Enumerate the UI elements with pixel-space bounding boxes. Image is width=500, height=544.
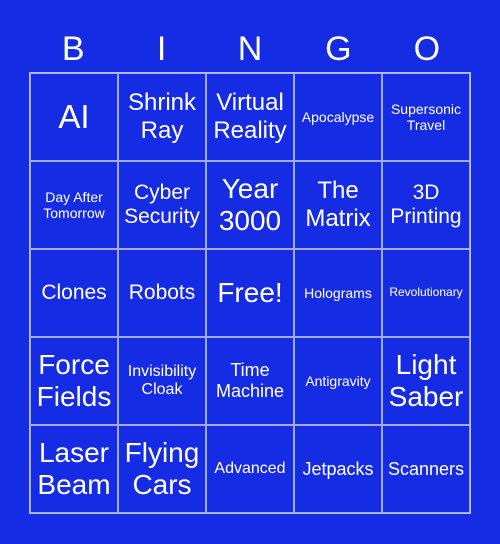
header-letter-g: G [325,30,352,68]
bingo-cell[interactable]: Year 3000 [206,161,294,249]
bingo-cell[interactable]: AI [30,73,118,161]
header-letter-n: N [237,30,263,68]
bingo-cell[interactable]: Shrink Ray [118,73,206,161]
bingo-cell[interactable]: Robots [118,249,206,337]
bingo-header: B I N G O [29,26,471,72]
bingo-cell[interactable]: Supersonic Travel [382,73,470,161]
header-letter-o: O [413,30,441,68]
bingo-cell[interactable]: Force Fields [30,337,118,425]
bingo-cell[interactable]: Light Saber [382,337,470,425]
bingo-card: AI Shrink Ray Virtual Reality Apocalypse… [29,72,471,514]
bingo-cell[interactable]: Flying Cars [118,425,206,513]
bingo-cell[interactable]: Laser Beam [30,425,118,513]
bingo-cell[interactable]: Clones [30,249,118,337]
bingo-cell free-space[interactable]: Free! [206,249,294,337]
bingo-cell[interactable]: Holograms [294,249,382,337]
bingo-cell[interactable]: Revolutionary [382,249,470,337]
bingo-cell[interactable]: Jetpacks [294,425,382,513]
bingo-cell[interactable]: Day After Tomorrow [30,161,118,249]
bingo-cell[interactable]: Cyber Security [118,161,206,249]
bingo-cell[interactable]: Scanners [382,425,470,513]
bingo-cell[interactable]: Invisibility Cloak [118,337,206,425]
header-letter-b: B [61,30,85,68]
bingo-cell[interactable]: Time Machine [206,337,294,425]
bingo-cell[interactable]: Apocalypse [294,73,382,161]
bingo-cell[interactable]: 3D Printing [382,161,470,249]
bingo-cell[interactable]: Virtual Reality [206,73,294,161]
bingo-cell[interactable]: Advanced [206,425,294,513]
bingo-cell[interactable]: The Matrix [294,161,382,249]
header-letter-i: I [156,30,167,68]
bingo-cell[interactable]: Antigravity [294,337,382,425]
